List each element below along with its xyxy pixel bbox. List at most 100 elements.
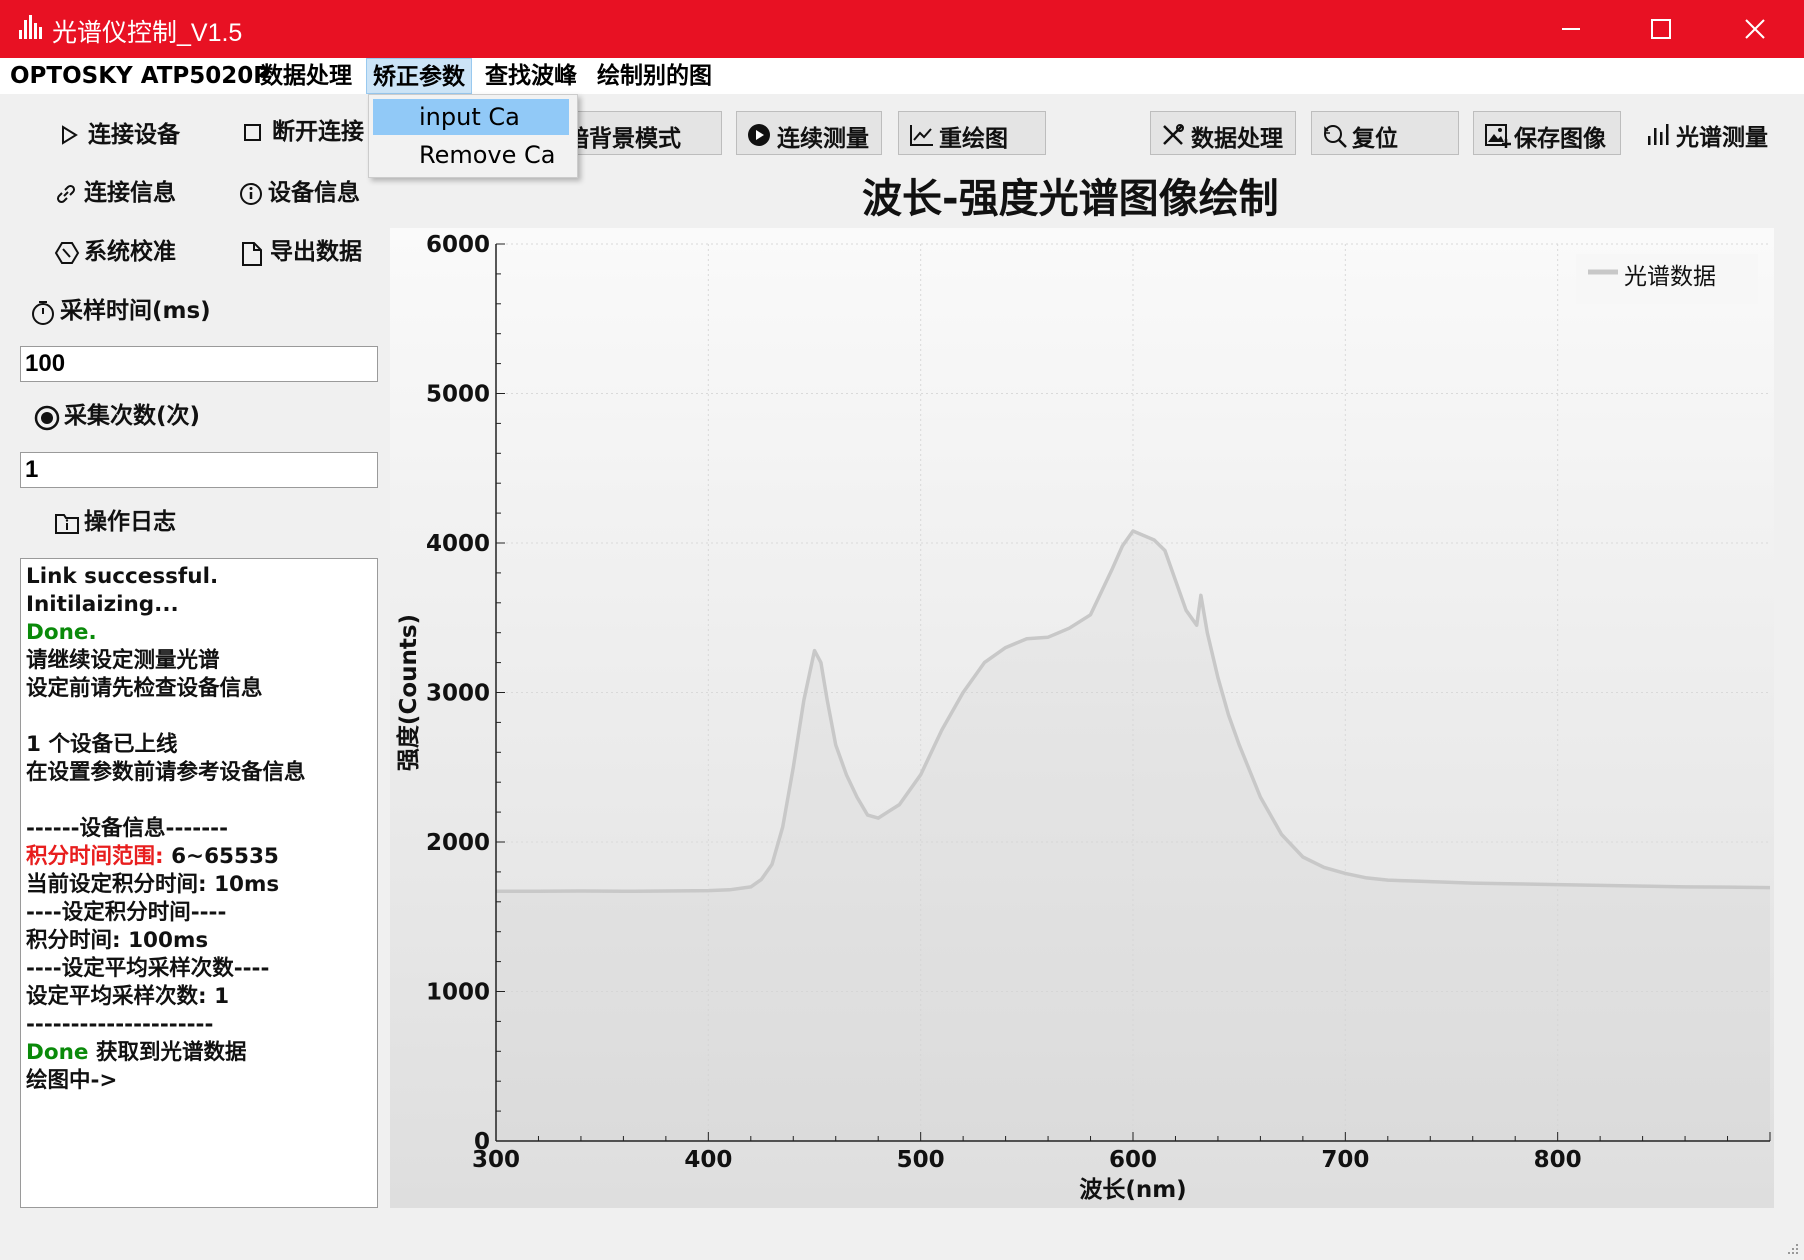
minimize-icon bbox=[1562, 28, 1580, 30]
log-line: --------------------- bbox=[26, 1012, 214, 1037]
log-line: ----设定积分时间---- bbox=[26, 900, 227, 925]
log-line: 1 个设备已上线 bbox=[26, 732, 178, 757]
log-line: Link successful. bbox=[26, 564, 219, 589]
log-line: 设定平均采样次数: 1 bbox=[26, 984, 230, 1009]
operation-log-label: 操作日志 bbox=[84, 509, 176, 535]
y-tick-label: 6000 bbox=[426, 232, 490, 258]
target-icon bbox=[34, 405, 60, 431]
log-line: 积分时间: 100ms bbox=[26, 928, 209, 953]
menu-device[interactable]: OPTOSKY ATP5020P bbox=[4, 58, 276, 94]
disconnect-label: 断开连接 bbox=[272, 119, 364, 145]
save-image-label: 保存图像 bbox=[1514, 126, 1606, 152]
dark-mode-label: 暗背景模式 bbox=[566, 126, 681, 152]
redraw-button[interactable]: 重绘图 bbox=[898, 111, 1046, 155]
data-processing-label: 数据处理 bbox=[1191, 126, 1283, 152]
log-line: ----设定平均采样次数---- bbox=[26, 956, 270, 981]
stop-icon bbox=[244, 124, 261, 141]
continuous-measure-label: 连续测量 bbox=[777, 126, 869, 152]
window-title: 光谱仪控制_V1.5 bbox=[52, 19, 243, 47]
log-line: 当前设定积分时间: 10ms bbox=[26, 872, 280, 897]
y-tick-label: 4000 bbox=[426, 531, 490, 557]
legend-label: 光谱数据 bbox=[1624, 264, 1716, 290]
y-tick-label: 2000 bbox=[426, 830, 490, 856]
log-line: 请继续设定测量光谱 bbox=[26, 648, 220, 673]
log-line-part: 6~65535 bbox=[171, 844, 279, 869]
y-tick-label: 0 bbox=[474, 1129, 490, 1155]
x-tick-label: 700 bbox=[1321, 1147, 1369, 1173]
minimize-button[interactable] bbox=[1526, 0, 1616, 58]
sample-time-input[interactable]: 100 bbox=[20, 346, 378, 382]
y-tick-label: 3000 bbox=[426, 681, 490, 707]
device-info-label: 设备信息 bbox=[268, 180, 360, 206]
x-tick-label: 400 bbox=[684, 1147, 732, 1173]
export-data-label: 导出数据 bbox=[270, 239, 362, 265]
y-axis-label: 强度(Counts) bbox=[395, 614, 422, 771]
bar-chart-icon bbox=[1648, 124, 1669, 145]
log-line-part: 获取到光谱数据 bbox=[96, 1040, 247, 1065]
maximize-icon bbox=[1651, 19, 1671, 39]
spectrum-measure-button[interactable]: 光谱测量 bbox=[1636, 111, 1788, 155]
tools-icon bbox=[1163, 124, 1184, 145]
x-tick-label: 800 bbox=[1534, 1147, 1582, 1173]
connection-info-label: 连接信息 bbox=[84, 180, 176, 206]
title-bar: 光谱仪控制_V1.5 bbox=[0, 0, 1804, 58]
menu-data-processing[interactable]: 数据处理 bbox=[254, 58, 358, 94]
x-axis-label: 波长(nm) bbox=[1079, 1177, 1186, 1203]
menu-find-peaks[interactable]: 查找波峰 bbox=[479, 58, 583, 94]
y-tick-label: 1000 bbox=[426, 980, 490, 1006]
operation-log[interactable]: Link successful. Initilaizing... Done. 请继续设… bbox=[20, 558, 378, 1208]
spectrum-measure-label: 光谱测量 bbox=[1676, 125, 1768, 151]
app-icon bbox=[19, 15, 42, 39]
timer-icon bbox=[32, 301, 54, 325]
menu-bar: OPTOSKY ATP5020P 数据处理 矫正参数 查找波峰 绘制别的图 bbox=[0, 58, 1804, 94]
y-tick-label: 5000 bbox=[426, 382, 490, 408]
sample-count-label: 采集次数(次) bbox=[64, 403, 201, 429]
chart-legend: 光谱数据 bbox=[1576, 254, 1758, 304]
log-line-part: 积分时间范围: bbox=[26, 844, 172, 869]
data-processing-button[interactable]: 数据处理 bbox=[1150, 111, 1296, 155]
resize-grip-icon[interactable] bbox=[1784, 1240, 1800, 1256]
system-calibration-label: 系统校准 bbox=[84, 239, 176, 265]
link-icon bbox=[56, 184, 76, 204]
log-line: Done 获取到光谱数据 bbox=[26, 1039, 372, 1067]
log-line: 积分时间范围: 6~65535 bbox=[26, 843, 372, 871]
x-tick-label: 600 bbox=[1109, 1147, 1157, 1173]
sample-time-label: 采样时间(ms) bbox=[60, 298, 211, 324]
play-icon bbox=[62, 125, 78, 145]
document-icon bbox=[242, 242, 262, 266]
log-line: Initilaizing... bbox=[26, 592, 179, 617]
folder-info-icon bbox=[55, 514, 79, 534]
menu-correction-params[interactable]: 矫正参数 bbox=[366, 58, 472, 94]
save-image-icon bbox=[1485, 124, 1511, 148]
calibrate-icon bbox=[54, 242, 80, 264]
maximize-button[interactable] bbox=[1616, 0, 1706, 58]
spectrum-chart[interactable]: 300 400 500 600 700 8000100020003000400050006… bbox=[390, 228, 1774, 1208]
log-line: 绘图中-> bbox=[26, 1068, 118, 1093]
line-chart-icon bbox=[910, 125, 933, 146]
log-line: 设定前请先检查设备信息 bbox=[26, 676, 263, 701]
x-tick-label: 500 bbox=[897, 1147, 945, 1173]
zoom-reset-icon bbox=[1324, 125, 1347, 148]
log-line: ------设备信息------- bbox=[26, 816, 229, 841]
reset-button[interactable]: 复位 bbox=[1311, 111, 1459, 155]
sample-count-input[interactable]: 1 bbox=[20, 452, 378, 488]
log-line-part: Done bbox=[26, 1040, 96, 1065]
dropdown-remove-ca[interactable]: Remove Ca bbox=[373, 137, 569, 173]
reset-label: 复位 bbox=[1352, 126, 1398, 152]
redraw-label: 重绘图 bbox=[939, 126, 1008, 152]
close-button[interactable] bbox=[1710, 0, 1800, 58]
connect-label: 连接设备 bbox=[88, 122, 180, 148]
menu-draw-other[interactable]: 绘制别的图 bbox=[591, 58, 718, 94]
correction-dropdown: input Ca Remove Ca bbox=[368, 94, 578, 178]
info-icon bbox=[240, 183, 262, 205]
close-icon bbox=[1745, 19, 1765, 39]
log-line: 在设置参数前请参考设备信息 bbox=[26, 760, 306, 785]
continuous-measure-button[interactable]: 连续测量 bbox=[736, 111, 882, 155]
dark-mode-button[interactable]: 暗背景模式 bbox=[560, 111, 722, 155]
play-circle-icon bbox=[748, 124, 770, 146]
save-image-button[interactable]: 保存图像 bbox=[1473, 111, 1621, 155]
log-line: Done. bbox=[26, 620, 97, 645]
dropdown-input-ca[interactable]: input Ca bbox=[373, 99, 569, 135]
